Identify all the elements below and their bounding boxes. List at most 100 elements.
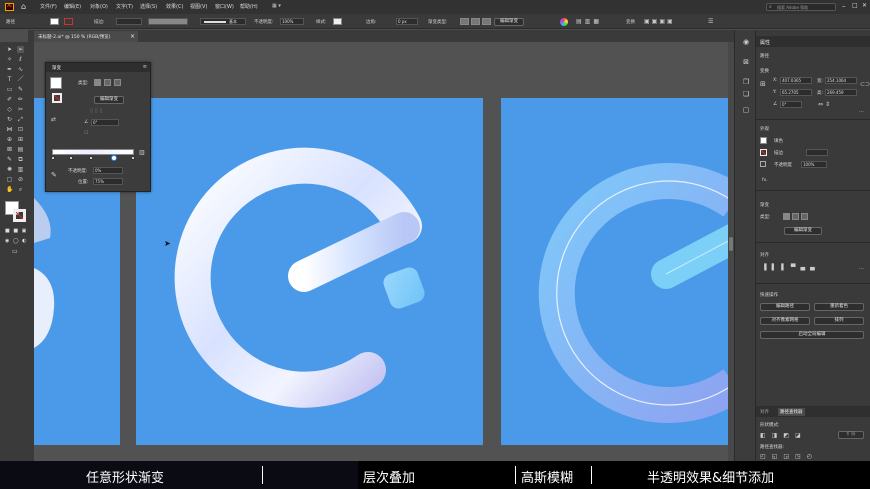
edit-gradient-button[interactable]: 编辑渐变 — [784, 227, 822, 235]
gradient-edit-button[interactable]: 编辑渐变 — [94, 96, 124, 104]
reverse-gradient-icon[interactable]: ⇄ — [51, 116, 56, 123]
radial-type-icon[interactable] — [104, 79, 111, 86]
shape-mode-buttons[interactable]: ◧◨◩◪ — [760, 432, 807, 439]
scale-tool-icon[interactable]: ⤢ — [17, 116, 24, 123]
artboard-right[interactable] — [501, 98, 734, 445]
lasso-tool-icon[interactable]: ℓ — [17, 56, 24, 63]
pathfinder-tab[interactable]: 路径查找器 — [778, 408, 805, 416]
expand-button[interactable]: 扩展 — [838, 431, 864, 439]
eyedropper-icon[interactable]: ✎ — [51, 171, 57, 179]
gradient-preview-swatch[interactable] — [50, 77, 62, 89]
opacity-field[interactable]: 100% — [280, 18, 304, 25]
stroke-weight-field[interactable] — [116, 18, 142, 25]
edit-path-button[interactable]: 编辑路径 — [760, 303, 810, 311]
home-icon[interactable]: ⌂ — [19, 2, 28, 11]
perspective-tool-icon[interactable]: ⊞ — [17, 136, 24, 143]
recolor-button[interactable]: 重新着色 — [814, 303, 864, 311]
stroke-color-box[interactable] — [13, 209, 26, 222]
document-tab[interactable]: 未标题-2.ai* @ 150 % (RGB/预览) × — [34, 31, 138, 42]
linear-type-icon[interactable] — [94, 79, 101, 86]
screen-mode-icon[interactable]: ▭ — [12, 248, 18, 255]
angle-field[interactable]: 0° — [91, 119, 119, 126]
transform-link[interactable]: 变换 — [626, 19, 635, 25]
fx-button[interactable]: fx. — [762, 178, 768, 183]
paintbrush-tool-icon[interactable]: ✎ — [17, 86, 24, 93]
shape-builder-tool-icon[interactable]: ⊕ — [6, 136, 13, 143]
links-icon[interactable]: ▢ — [742, 106, 750, 114]
flip-icons[interactable]: ⇔⇕ — [818, 101, 832, 108]
align-more-icon[interactable]: ··· — [859, 266, 864, 272]
artboard-center[interactable] — [136, 98, 483, 445]
constrain-proportions-icon[interactable]: ⊂⊃ — [860, 81, 870, 88]
width-field[interactable]: 254.1064 — [825, 77, 857, 84]
workspace-switcher[interactable]: ▦ ▾ — [272, 3, 286, 10]
curvature-tool-icon[interactable]: ∿ — [17, 66, 24, 73]
menu-item-5[interactable]: 效果(C) — [166, 3, 183, 10]
color-mode-buttons[interactable]: ■ ■ ▣ — [5, 228, 27, 234]
selection-tool-icon[interactable]: ➤ — [6, 46, 13, 53]
line-tool-icon[interactable]: ／ — [17, 76, 24, 83]
pathfinder-buttons[interactable]: ◰◱◲◳◴ — [760, 453, 818, 460]
radial-type-icon[interactable] — [792, 213, 799, 220]
gradient-tool-icon[interactable]: ▤ — [17, 146, 24, 153]
type-tool-icon[interactable]: T — [6, 76, 13, 83]
menu-item-0[interactable]: 文件(F) — [40, 3, 57, 10]
properties-tab[interactable]: 属性 — [760, 39, 770, 46]
scissors-tool-icon[interactable]: ✂ — [17, 106, 24, 113]
rotate-tool-icon[interactable]: ↻ — [6, 116, 13, 123]
menu-item-1[interactable]: 编辑(E) — [64, 3, 81, 10]
menu-item-2[interactable]: 对象(O) — [90, 3, 108, 10]
direct-selection-tool-icon[interactable]: ➢ — [17, 46, 24, 53]
symbol-sprayer-tool-icon[interactable]: ✺ — [6, 166, 13, 173]
gradient-stroke-swatch[interactable] — [52, 93, 62, 103]
rotate-field[interactable]: 0° — [780, 101, 802, 108]
align-tab[interactable]: 对齐 — [760, 409, 769, 415]
brush-definition[interactable]: 基本 — [200, 18, 246, 25]
freeform-type-icon[interactable] — [801, 213, 808, 220]
align-icons[interactable]: ▤▥▦ — [576, 18, 602, 25]
height-field[interactable]: 269.459 — [825, 89, 857, 96]
opacity-field[interactable]: 100% — [801, 161, 827, 168]
graph-tool-icon[interactable]: ▥ — [17, 166, 24, 173]
close-window-button[interactable]: ✕ — [862, 2, 867, 9]
layers-icon[interactable]: ❏ — [742, 90, 750, 98]
pencil-tool-icon[interactable]: ✏ — [17, 96, 24, 103]
menu-item-6[interactable]: 视图(V) — [190, 3, 207, 10]
fill-swatch[interactable] — [50, 18, 59, 25]
linear-type-icon[interactable] — [783, 213, 790, 220]
menu-item-8[interactable]: 帮助(H) — [240, 3, 258, 10]
stroke-swatch[interactable] — [760, 149, 767, 156]
artboards-icon[interactable]: ❐ — [742, 78, 750, 86]
align-buttons[interactable]: ▐▌▌▀▄▄ — [762, 264, 820, 271]
style-swatch[interactable] — [333, 18, 342, 25]
eraser-tool-icon[interactable]: ◇ — [6, 106, 13, 113]
search-field[interactable]: ⌕ 搜索 Adobe 帮助 — [766, 3, 836, 11]
global-edit-button[interactable]: 启动全局编辑 — [760, 331, 864, 339]
gradient-position-field[interactable]: 75% — [93, 178, 123, 185]
arrange-button[interactable]: 排列 — [814, 317, 864, 325]
magic-wand-tool-icon[interactable]: ✧ — [6, 56, 13, 63]
panel-menu-icon[interactable]: ≡ — [143, 64, 147, 70]
menu-item-3[interactable]: 文字(T) — [116, 3, 133, 10]
maximize-button[interactable]: □ — [852, 2, 858, 9]
linear-gradient-icon[interactable] — [460, 18, 469, 25]
mesh-tool-icon[interactable]: ⊠ — [6, 146, 13, 153]
blend-tool-icon[interactable]: ⧉ — [17, 156, 24, 163]
pen-tool-icon[interactable]: ✒ — [6, 66, 13, 73]
gradient-slider[interactable] — [52, 149, 134, 155]
libraries-icon[interactable]: ⊠ — [742, 58, 750, 66]
shaper-tool-icon[interactable]: ✐ — [6, 96, 13, 103]
stroke-swatch[interactable] — [64, 18, 73, 25]
edit-gradient-button[interactable]: 编辑渐变 — [494, 18, 524, 26]
align-pixel-grid-button[interactable]: 对齐像素网格 — [760, 317, 810, 325]
width-tool-icon[interactable]: ⋈ — [6, 126, 13, 133]
freeform-type-icon[interactable] — [114, 79, 121, 86]
x-field[interactable]: 407.0365 — [780, 77, 812, 84]
hand-tool-icon[interactable]: ✋ — [6, 186, 13, 193]
freeform-gradient-icon[interactable] — [482, 18, 491, 25]
free-transform-tool-icon[interactable]: ⊡ — [17, 126, 24, 133]
color-wheel-icon[interactable]: ◉ — [742, 38, 750, 46]
artboard-tool-icon[interactable]: ▢ — [6, 176, 13, 183]
panel-menu-icon[interactable]: ☰ — [708, 18, 713, 25]
rectangle-tool-icon[interactable]: ▭ — [6, 86, 13, 93]
